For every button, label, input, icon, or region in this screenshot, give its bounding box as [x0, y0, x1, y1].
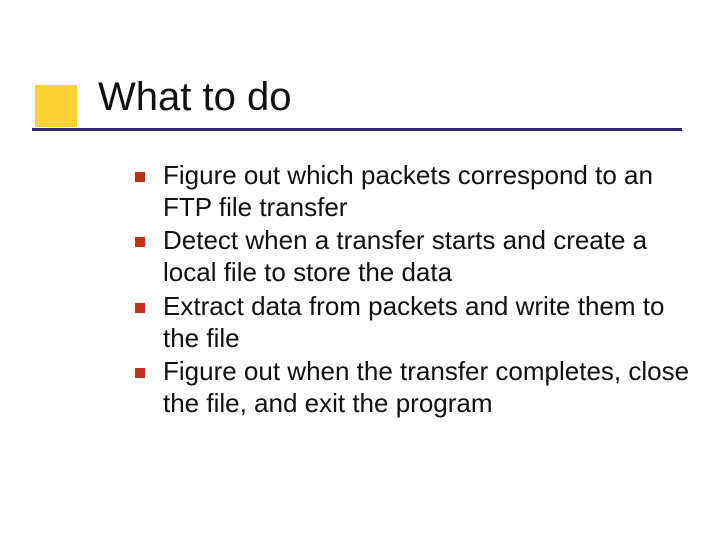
square-bullet-icon	[135, 368, 145, 378]
bullet-list: Figure out which packets correspond to a…	[135, 160, 690, 422]
bullet-text: Figure out when the transfer completes, …	[163, 356, 690, 419]
slide: What to do Figure out which packets corr…	[0, 0, 720, 540]
bullet-text: Figure out which packets correspond to a…	[163, 160, 690, 223]
list-item: Figure out when the transfer completes, …	[135, 356, 690, 419]
bullet-text: Extract data from packets and write them…	[163, 291, 690, 354]
list-item: Detect when a transfer starts and create…	[135, 225, 690, 288]
slide-title: What to do	[98, 75, 291, 120]
title-underline	[32, 128, 682, 131]
square-bullet-icon	[135, 237, 145, 247]
accent-box	[35, 85, 77, 127]
list-item: Figure out which packets correspond to a…	[135, 160, 690, 223]
square-bullet-icon	[135, 172, 145, 182]
bullet-text: Detect when a transfer starts and create…	[163, 225, 690, 288]
list-item: Extract data from packets and write them…	[135, 291, 690, 354]
square-bullet-icon	[135, 303, 145, 313]
